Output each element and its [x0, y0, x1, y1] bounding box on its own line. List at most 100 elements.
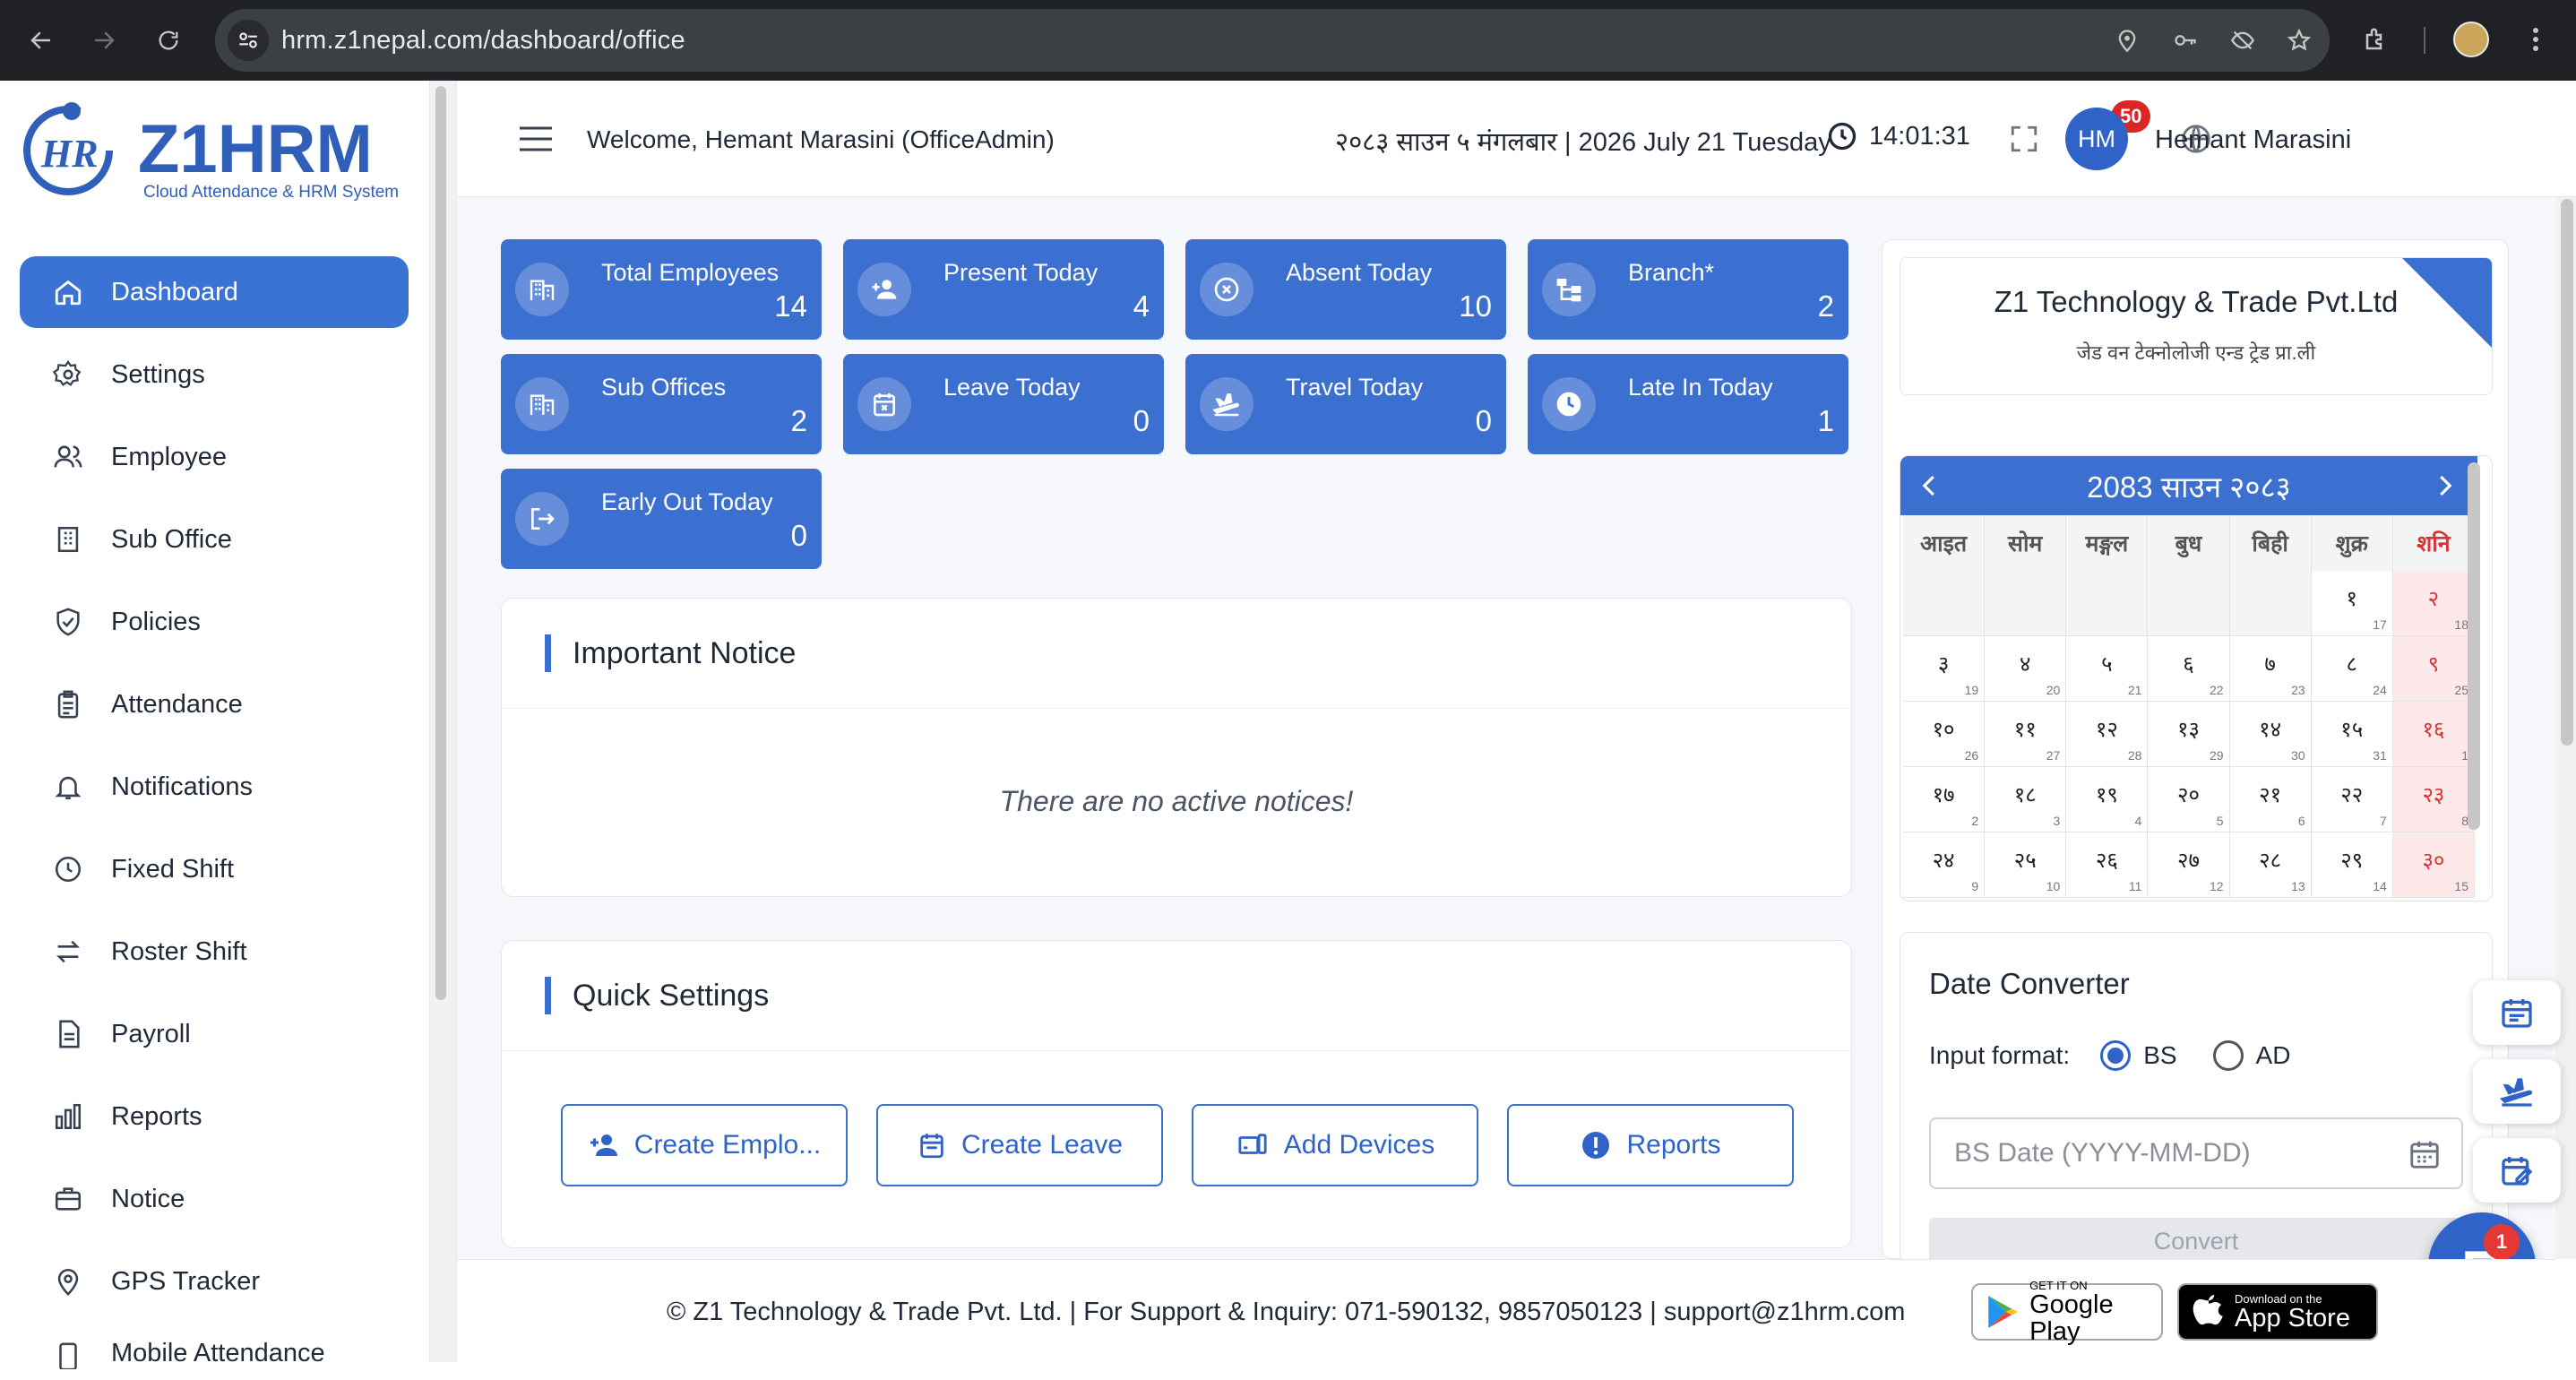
clipboard-icon — [50, 686, 86, 722]
calendar-day[interactable]: २५ 10 — [1985, 832, 2067, 898]
sidebar-item-employee[interactable]: Employee — [20, 421, 409, 493]
sidebar-item-reports[interactable]: Reports — [20, 1081, 409, 1152]
plane-icon — [1200, 377, 1254, 431]
calendar-empty-cell — [1985, 571, 2067, 636]
calendar-day[interactable]: ७ 23 — [2229, 636, 2312, 702]
hamburger-menu-icon[interactable] — [518, 125, 554, 152]
calendar-day[interactable]: २८ 13 — [2229, 832, 2312, 898]
calendar-day[interactable]: २९ 14 — [2311, 832, 2393, 898]
user-name[interactable]: Hemant Marasini — [2155, 125, 2351, 155]
main-scrollbar[interactable] — [2561, 199, 2573, 746]
calendar-day[interactable]: २४ 9 — [1903, 832, 1986, 898]
google-play-badge[interactable]: GET IT ON Google Play — [1971, 1280, 2163, 1345]
calendar-day[interactable]: २२ 7 — [2311, 767, 2393, 832]
calendar-day[interactable]: १६ 1 — [2392, 702, 2475, 767]
calendar-day[interactable]: २० 5 — [2148, 767, 2230, 832]
stat-value: 14 — [774, 289, 807, 323]
calendar-day[interactable]: ९ 25 — [2392, 636, 2475, 702]
calendar-day[interactable]: १४ 30 — [2229, 702, 2312, 767]
calendar-day[interactable]: २ 18 — [2392, 571, 2475, 636]
sidebar-item-notice[interactable]: Notice — [20, 1163, 409, 1235]
stat-card-early-out-today[interactable]: Early Out Today 0 — [501, 469, 822, 569]
calendar-day[interactable]: १७ 2 — [1903, 767, 1986, 832]
sidebar-item-settings[interactable]: Settings — [20, 339, 409, 410]
calendar-empty-cell — [2066, 571, 2149, 636]
sidebar-item-fixed-shift[interactable]: Fixed Shift — [20, 833, 409, 905]
calendar-scrollbar[interactable] — [2468, 462, 2480, 830]
extensions-icon[interactable] — [2356, 20, 2396, 59]
calendar-day[interactable]: २१ 6 — [2229, 767, 2312, 832]
calendar-day[interactable]: ६ 22 — [2148, 636, 2230, 702]
calendar-day[interactable]: ११ 27 — [1985, 702, 2067, 767]
stat-card-present-today[interactable]: Present Today 4 — [843, 239, 1164, 340]
brand-logo[interactable]: HR Z1HRM Cloud Attendance & HRM System — [18, 97, 412, 204]
footer: © Z1 Technology & Trade Pvt. Ltd. | For … — [457, 1259, 2555, 1362]
convert-button[interactable]: Convert — [1929, 1218, 2463, 1264]
reload-icon[interactable] — [149, 21, 188, 60]
calendar-day[interactable]: १३ 29 — [2148, 702, 2230, 767]
notice-title: Important Notice — [545, 634, 796, 672]
sidebar-scrollbar[interactable] — [435, 86, 446, 1000]
calendar-day[interactable]: १९ 4 — [2066, 767, 2149, 832]
sidebar-item-policies[interactable]: Policies — [20, 586, 409, 658]
location-icon[interactable] — [2115, 28, 2140, 53]
calendar-day[interactable]: १८ 3 — [1985, 767, 2067, 832]
key-icon[interactable] — [2172, 28, 2197, 53]
sidebar-item-notifications[interactable]: Notifications — [20, 751, 409, 823]
add-devices-button[interactable]: Add Devices — [1192, 1104, 1478, 1186]
app-store-badge[interactable]: Download on the App Store — [2177, 1283, 2378, 1341]
stat-card-late-in-today[interactable]: Late In Today 1 — [1528, 354, 1848, 454]
calendar-day[interactable]: ३० 15 — [2392, 832, 2475, 898]
sidebar-item-mobile-attendance[interactable]: Mobile Attendance — [20, 1328, 409, 1369]
create-leave-button[interactable]: Create Leave — [876, 1104, 1163, 1186]
stat-card-travel-today[interactable]: Travel Today 0 — [1185, 354, 1506, 454]
back-icon[interactable] — [22, 21, 61, 60]
calendar-day[interactable]: ८ 24 — [2311, 636, 2393, 702]
sidebar-item-attendance[interactable]: Attendance — [20, 668, 409, 740]
reports-button[interactable]: Reports — [1507, 1104, 1794, 1186]
site-info-icon[interactable] — [228, 20, 269, 61]
bs-date-input[interactable]: BS Date (YYYY-MM-DD) — [1929, 1117, 2463, 1189]
sidebar-item-gps-tracker[interactable]: GPS Tracker — [20, 1246, 409, 1317]
sidebar-item-dashboard[interactable]: Dashboard — [20, 256, 409, 328]
avatar[interactable]: HM — [2065, 108, 2128, 170]
day-nepali: २६ — [2095, 849, 2118, 873]
calendar-day[interactable]: १२ 28 — [2066, 702, 2149, 767]
stat-card-sub-offices[interactable]: Sub Offices 2 — [501, 354, 822, 454]
sidebar-item-roster-shift[interactable]: Roster Shift — [20, 916, 409, 988]
fullscreen-icon[interactable] — [2003, 118, 2045, 160]
stat-card-leave-today[interactable]: Leave Today 0 — [843, 354, 1164, 454]
input-format-label: Input format: — [1929, 1041, 2071, 1069]
sidebar-item-sub-office[interactable]: Sub Office — [20, 504, 409, 575]
stat-card-absent-today[interactable]: Absent Today 10 — [1185, 239, 1506, 340]
calendar-day[interactable]: ३ 19 — [1903, 636, 1986, 702]
calendar-day[interactable]: ४ 20 — [1985, 636, 2067, 702]
radio-ad[interactable] — [2212, 1040, 2244, 1071]
star-icon[interactable] — [2287, 28, 2312, 53]
calendar-day[interactable]: ५ 21 — [2066, 636, 2149, 702]
calendar-day[interactable]: २३ 8 — [2392, 767, 2475, 832]
clock-icon — [50, 851, 86, 887]
calendar-day[interactable]: १० 26 — [1903, 702, 1986, 767]
url-text: hrm.z1nepal.com/dashboard/office — [281, 25, 685, 55]
eye-off-icon[interactable] — [2229, 28, 2255, 53]
stat-card-total-employees[interactable]: Total Employees 14 — [501, 239, 822, 340]
floating-leave-button[interactable] — [2473, 1138, 2561, 1203]
stat-card-branch[interactable]: Branch* 2 — [1528, 239, 1848, 340]
create-employee-button[interactable]: Create Emplo... — [561, 1104, 848, 1186]
chevron-left-icon[interactable] — [1917, 472, 1943, 499]
calendar-day[interactable]: २७ 12 — [2148, 832, 2230, 898]
calendar-day[interactable]: १ 17 — [2311, 571, 2393, 636]
calendar-icon[interactable] — [2408, 1137, 2442, 1171]
floating-travel-button[interactable] — [2473, 1059, 2561, 1124]
forward-icon[interactable] — [84, 21, 124, 60]
calendar-day[interactable]: १५ 31 — [2311, 702, 2393, 767]
more-menu-icon[interactable] — [2516, 20, 2555, 59]
calendar-day[interactable]: २६ 11 — [2066, 832, 2149, 898]
address-bar[interactable]: hrm.z1nepal.com/dashboard/office — [215, 9, 2330, 72]
chevron-right-icon[interactable] — [2431, 472, 2458, 499]
profile-avatar[interactable] — [2451, 20, 2491, 59]
floating-calendar-button[interactable] — [2473, 980, 2561, 1045]
sidebar-item-payroll[interactable]: Payroll — [20, 998, 409, 1070]
radio-bs[interactable] — [2100, 1040, 2132, 1071]
